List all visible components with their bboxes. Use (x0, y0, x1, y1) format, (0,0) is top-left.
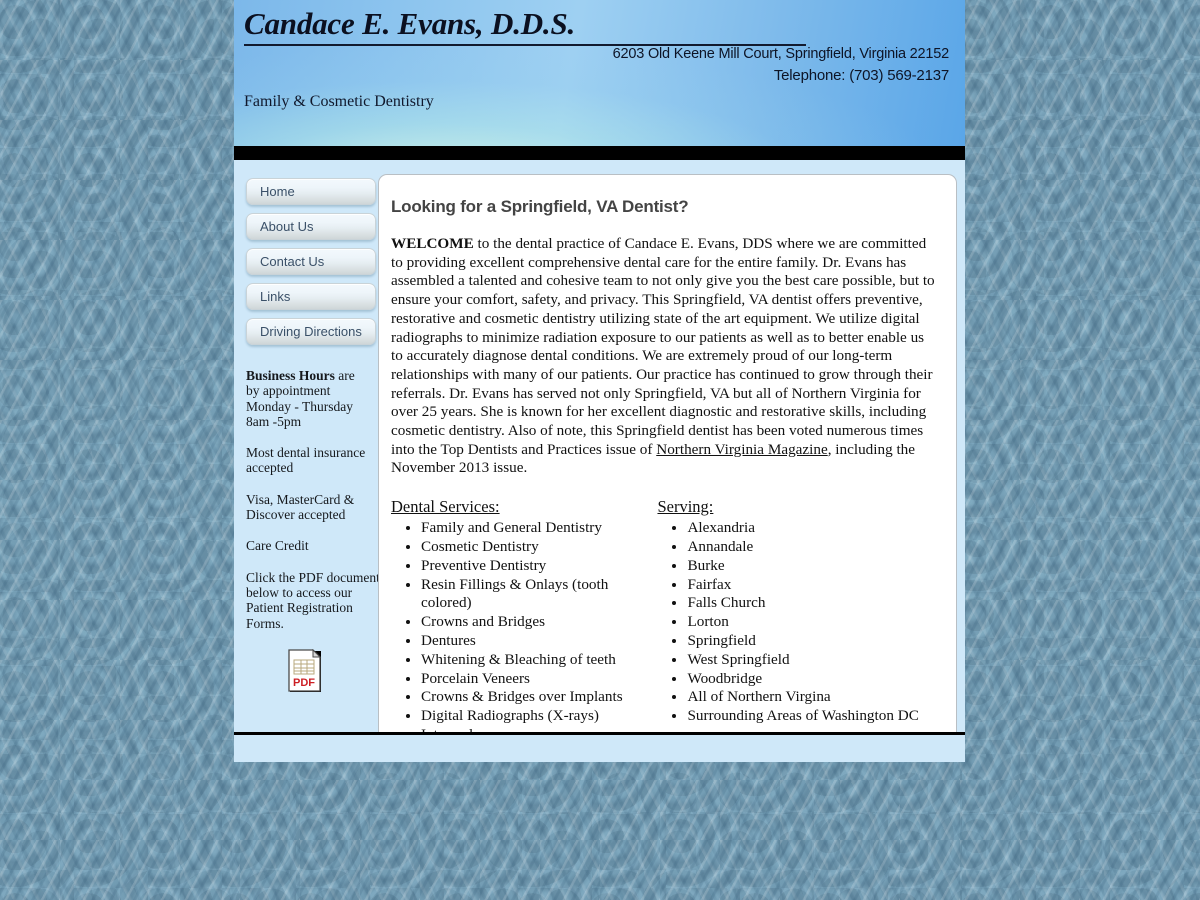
business-hours-are: are (334, 368, 355, 383)
svg-text:PDF: PDF (293, 677, 315, 689)
business-hours-line3: Monday - Thursday (246, 398, 353, 414)
insurance-note: Most dental insurance accepted (246, 445, 366, 476)
welcome-paragraph: WELCOME to the dental practice of Candac… (391, 235, 936, 478)
body-band: Home About Us Contact Us Links Driving D… (234, 160, 965, 732)
sidebar-nav: Home About Us Contact Us Links Driving D… (240, 174, 376, 345)
serving-area-item: Annandale (687, 538, 936, 557)
serving-area-item: All of Northern Virgina (687, 688, 936, 707)
street-address: 6203 Old Keene Mill Court, Springfield, … (612, 46, 950, 62)
sidebar-item-about-us[interactable]: About Us (246, 213, 376, 240)
page-title: Looking for a Springfield, VA Dentist? (391, 197, 689, 216)
practice-tagline: Family & Cosmetic Dentistry (244, 93, 434, 110)
dental-service-item: Family and General Dentistry (421, 519, 657, 538)
payment-cards-note: Visa, MasterCard & Discover accepted (246, 491, 355, 523)
dental-service-item: Porcelain Veneers (421, 670, 657, 689)
welcome-lead-word: WELCOME (391, 235, 474, 252)
pdf-icon-graphic: PDF (288, 648, 322, 692)
serving-heading: Serving: (657, 497, 714, 517)
site-banner: Candace E. Evans, D.D.S. 6203 Old Keene … (234, 0, 965, 146)
serving-area-item: Lorton (687, 613, 936, 632)
telephone-number: Telephone: (703) 569-2137 (773, 67, 949, 84)
main-content-card: Looking for a Springfield, VA Dentist? W… (378, 174, 957, 732)
site-page: Candace E. Evans, D.D.S. 6203 Old Keene … (234, 0, 965, 762)
pdf-document-icon[interactable]: PDF (288, 648, 325, 695)
footer-band (234, 732, 965, 762)
dental-services-list: Family and General DentistryCosmetic Den… (391, 519, 657, 732)
business-hours-line4: 8am -5pm (246, 413, 302, 429)
dental-service-item: Whitening & Bleaching of teeth (421, 651, 657, 670)
serving-area-item: West Springfield (687, 651, 936, 670)
dental-service-item: Resin Fillings & Onlays (tooth colored) (421, 576, 657, 614)
dental-service-item: Crowns & Bridges over Implants (421, 688, 657, 707)
sidebar-item-home[interactable]: Home (246, 178, 376, 205)
sidebar-item-contact-us[interactable]: Contact Us (246, 248, 376, 275)
dental-service-item: Crowns and Bridges (421, 613, 657, 632)
contact-block: 6203 Old Keene Mill Court, Springfield, … (612, 44, 950, 86)
serving-area-item: Falls Church (687, 594, 936, 613)
dental-service-item: Cosmetic Dentistry (421, 538, 657, 557)
dental-services-column: Dental Services: Family and General Dent… (391, 497, 657, 732)
practice-name-title: Candace E. Evans, D.D.S. (244, 6, 576, 41)
business-hours-block: Business Hours are by appointment Monday… (246, 368, 380, 429)
banner-divider-bar (234, 146, 965, 160)
sidebar-item-driving-directions[interactable]: Driving Directions (246, 318, 376, 345)
serving-area-item: Surrounding Areas of Washington DC (687, 707, 936, 726)
serving-areas-column: Serving: AlexandriaAnnandaleBurkeFairfax… (657, 497, 936, 732)
serving-area-item: Springfield (687, 632, 936, 651)
serving-area-item: Woodbridge (687, 670, 936, 689)
business-hours-line2: by appointment (246, 383, 331, 399)
northern-virginia-magazine-link[interactable]: Northern Virginia Magazine (656, 441, 827, 458)
dental-service-item: Preventive Dentistry (421, 557, 657, 576)
business-hours-label: Business Hours (246, 368, 335, 383)
dental-service-item: Digital Radiographs (X-rays) (421, 707, 657, 726)
pdf-instruction-note: Click the PDF document below to access o… (246, 569, 380, 631)
welcome-body-text-part1: to the dental practice of Candace E. Eva… (391, 235, 935, 458)
serving-area-item: Alexandria (687, 519, 936, 538)
services-and-serving-row: Dental Services: Family and General Dent… (391, 497, 936, 732)
serving-area-item: Fairfax (687, 576, 936, 595)
sidebar-item-links[interactable]: Links (246, 283, 376, 310)
dental-services-heading: Dental Services: (391, 497, 500, 517)
serving-area-item: Burke (687, 557, 936, 576)
serving-areas-list: AlexandriaAnnandaleBurkeFairfaxFalls Chu… (657, 519, 936, 726)
dental-service-item: Dentures (421, 632, 657, 651)
care-credit-note: Care Credit (246, 538, 309, 554)
sidebar: Home About Us Contact Us Links Driving D… (234, 174, 380, 732)
